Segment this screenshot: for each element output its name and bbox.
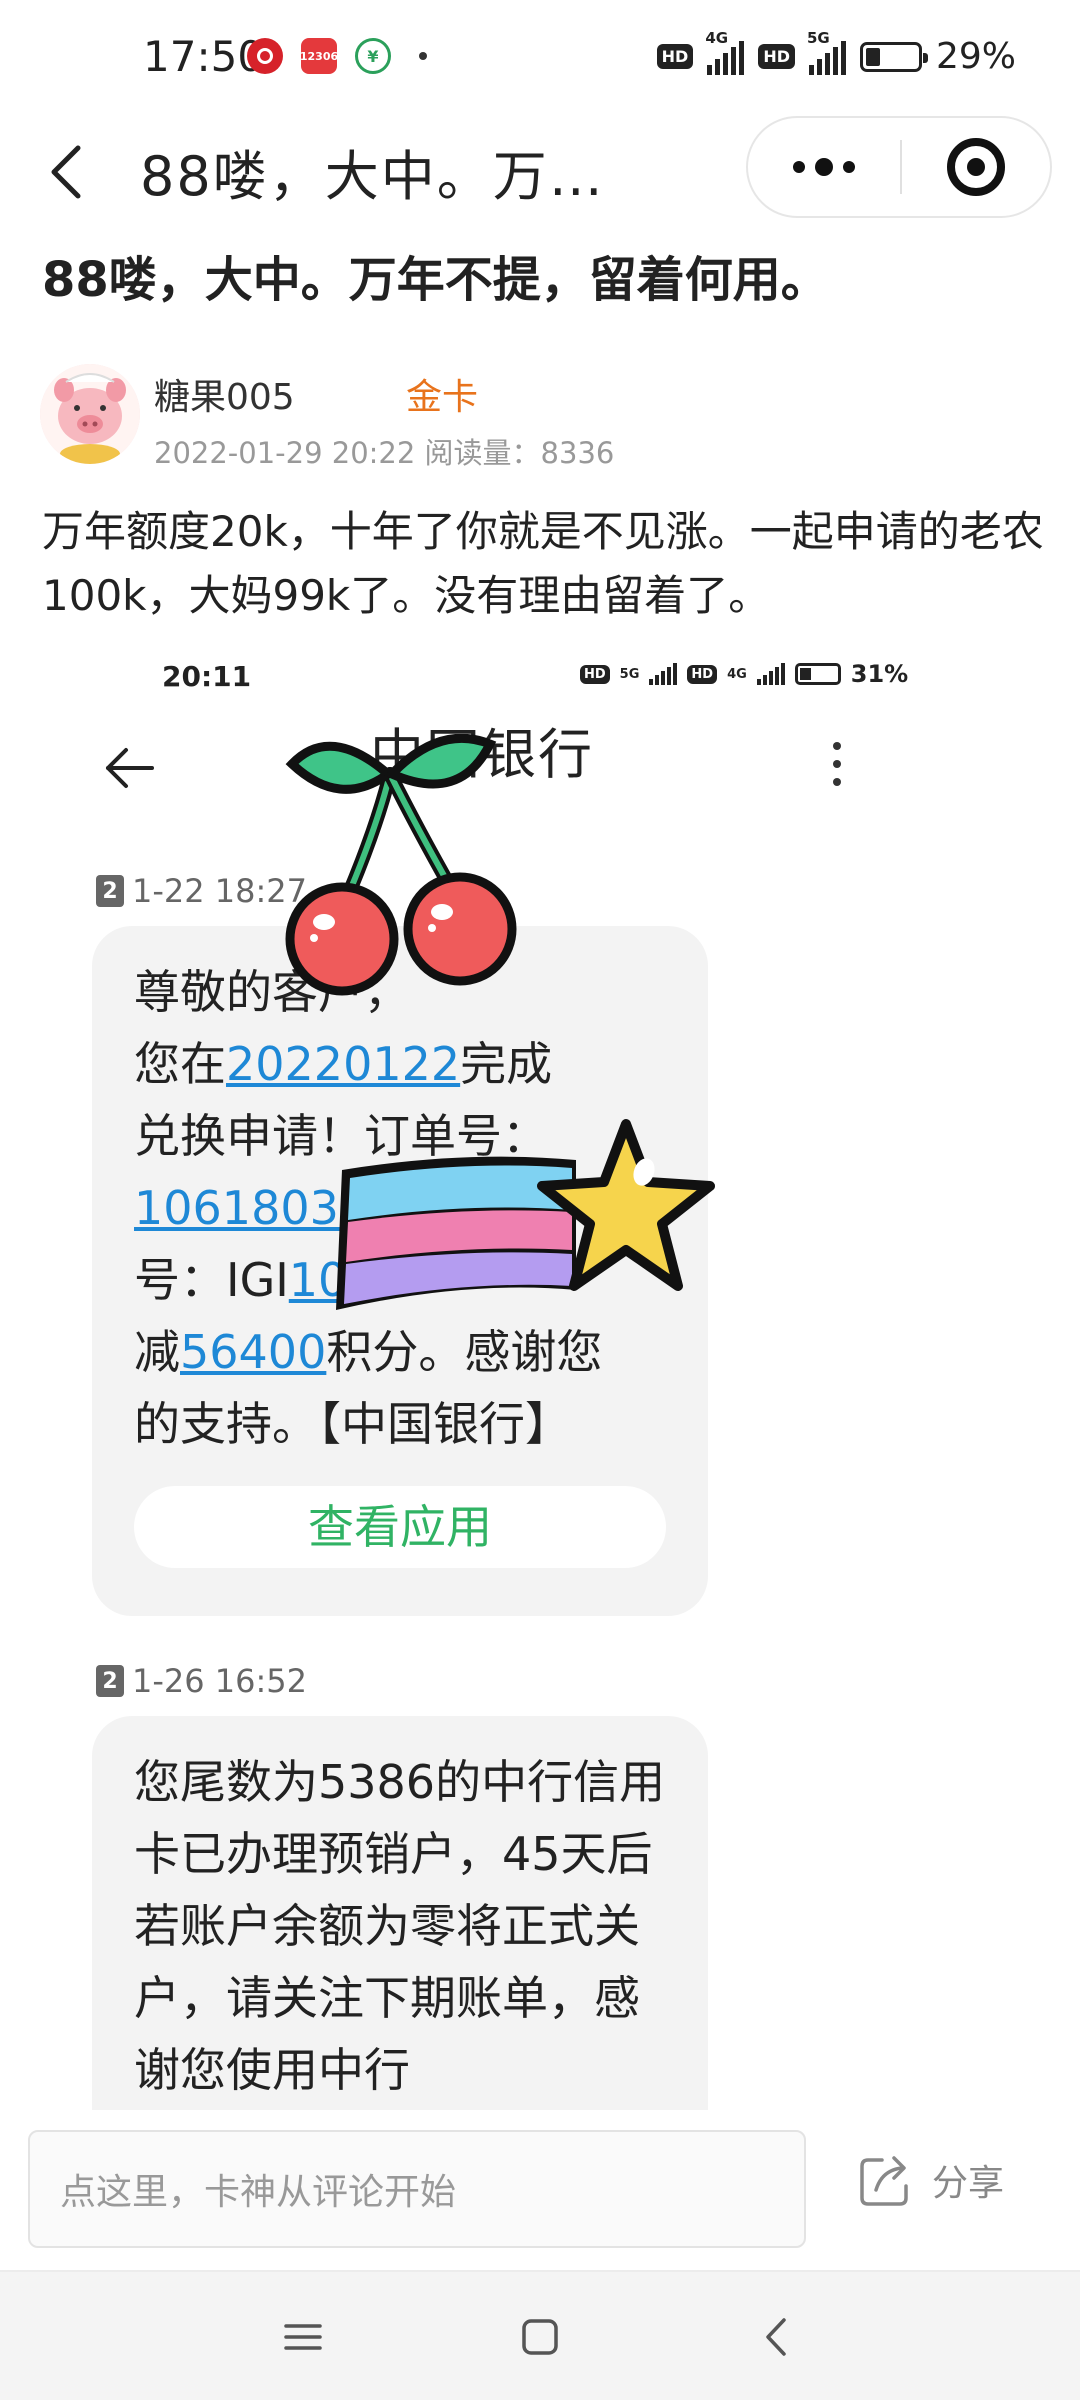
close-button[interactable] (902, 118, 1050, 216)
avatar[interactable] (40, 364, 140, 464)
sim-icon: 2 (96, 875, 124, 907)
message-segment: 您在 (134, 1037, 226, 1091)
sim-icon: 2 (96, 1665, 124, 1697)
battery-icon (859, 41, 928, 72)
system-nav-bar (0, 2270, 1080, 2400)
status-time: 17:50 (143, 32, 265, 81)
post-title: 88喽，大中。万年不提，留着何用。 (42, 252, 829, 308)
screenshot-more-icon (832, 742, 842, 786)
share-button[interactable]: 分享 (856, 2150, 1004, 2210)
home-icon (522, 2319, 558, 2355)
bank-app-icon (247, 38, 283, 74)
back-arrow-icon (51, 145, 81, 199)
screenshot-hd-icon-2: HD (687, 664, 718, 684)
screenshot-signal-icon-2 (756, 663, 785, 685)
back-nav-button[interactable] (752, 2312, 802, 2362)
message-segment: 尊敬的 (134, 965, 272, 1019)
screenshot-battery-percent: 31% (850, 660, 909, 688)
screenshot-status-time: 20:11 (162, 660, 252, 693)
share-label: 分享 (932, 2163, 1005, 2204)
shooting-star-sticker-icon (336, 1119, 715, 1310)
post-body: 万年额度20k，十年了你就是不见涨。一起申请的老农100k，大妈99k了。没有理… (42, 507, 1044, 620)
message-link[interactable]: 56400 (180, 1325, 326, 1379)
post-meta: 2022-01-29 20:22 阅读量：8336 (154, 436, 615, 470)
cherry-sticker-icon (285, 734, 517, 996)
message-link[interactable]: 20220122 (226, 1037, 460, 1091)
comment-placeholder: 点这里，卡神从评论开始 (60, 2172, 457, 2213)
menu-icon (284, 2324, 322, 2350)
comment-bar: 点这里，卡神从评论开始 分享 (0, 2110, 1080, 2270)
screenshot-status-indicators: HD 5G HD 4G 31% (580, 660, 908, 688)
back-icon (766, 2318, 786, 2356)
screenshot-hd-icon: HD (580, 664, 610, 684)
more-notifications-dot (419, 52, 427, 60)
view-app-button[interactable]: 查看应用 (134, 1486, 666, 1568)
signal-icon-2: 5G (807, 29, 846, 75)
author-badge: 金卡 (406, 377, 479, 418)
more-dots-icon (793, 161, 805, 173)
message-meta: 2 1-26 16:52 (96, 1662, 307, 1700)
battery-percent: 29% (935, 36, 1016, 77)
signal-icon: 4G (705, 29, 745, 75)
hd-icon-2: HD (758, 44, 795, 69)
message-segment: 号：IGI (134, 1253, 289, 1307)
page-title: 88喽，大中。万… (140, 145, 605, 208)
status-indicators: HD 4G HD 5G 29% (656, 29, 1016, 77)
menu-button[interactable] (278, 2312, 328, 2362)
author-info: 糖果005 金卡 2022-01-29 20:22 阅读量：8336 (40, 362, 1040, 472)
more-button[interactable] (748, 118, 900, 216)
status-bar: 17:50 12306 ¥ HD 4G HD 5G 29% (0, 0, 1080, 116)
railway-app-icon: 12306 (300, 38, 338, 74)
target-close-icon (947, 138, 1005, 196)
green-app-icon: ¥ (355, 38, 391, 74)
message-meta: 2 1-22 18:27 (96, 872, 307, 910)
author-name[interactable]: 糖果005 (154, 368, 295, 420)
message-text: 您尾数为5386的中行信用卡已办理预销户，45天后若账户余额为零将正式关户，请关… (134, 1755, 666, 2097)
message-segment: 减 (134, 1325, 180, 1379)
nav-bar: 88喽，大中。万… (0, 116, 1080, 226)
pig-avatar-icon (40, 364, 140, 464)
screenshot-battery-icon (794, 663, 841, 685)
mini-program-capsule (746, 116, 1052, 218)
notification-icons: 12306 ¥ (247, 38, 427, 74)
message-time: 1-26 16:52 (132, 1662, 308, 1700)
screenshot-back-icon (100, 738, 160, 798)
home-button[interactable] (515, 2312, 565, 2362)
hd-icon: HD (656, 44, 694, 69)
embedded-screenshot[interactable]: 20:11 HD 5G HD 4G 31% 中国银行 2 1-22 18:27 … (90, 650, 990, 2186)
comment-input[interactable]: 点这里，卡神从评论开始 (28, 2130, 806, 2248)
share-icon (860, 2156, 908, 2206)
screenshot-signal-icon (649, 663, 678, 685)
back-button[interactable] (40, 132, 110, 212)
